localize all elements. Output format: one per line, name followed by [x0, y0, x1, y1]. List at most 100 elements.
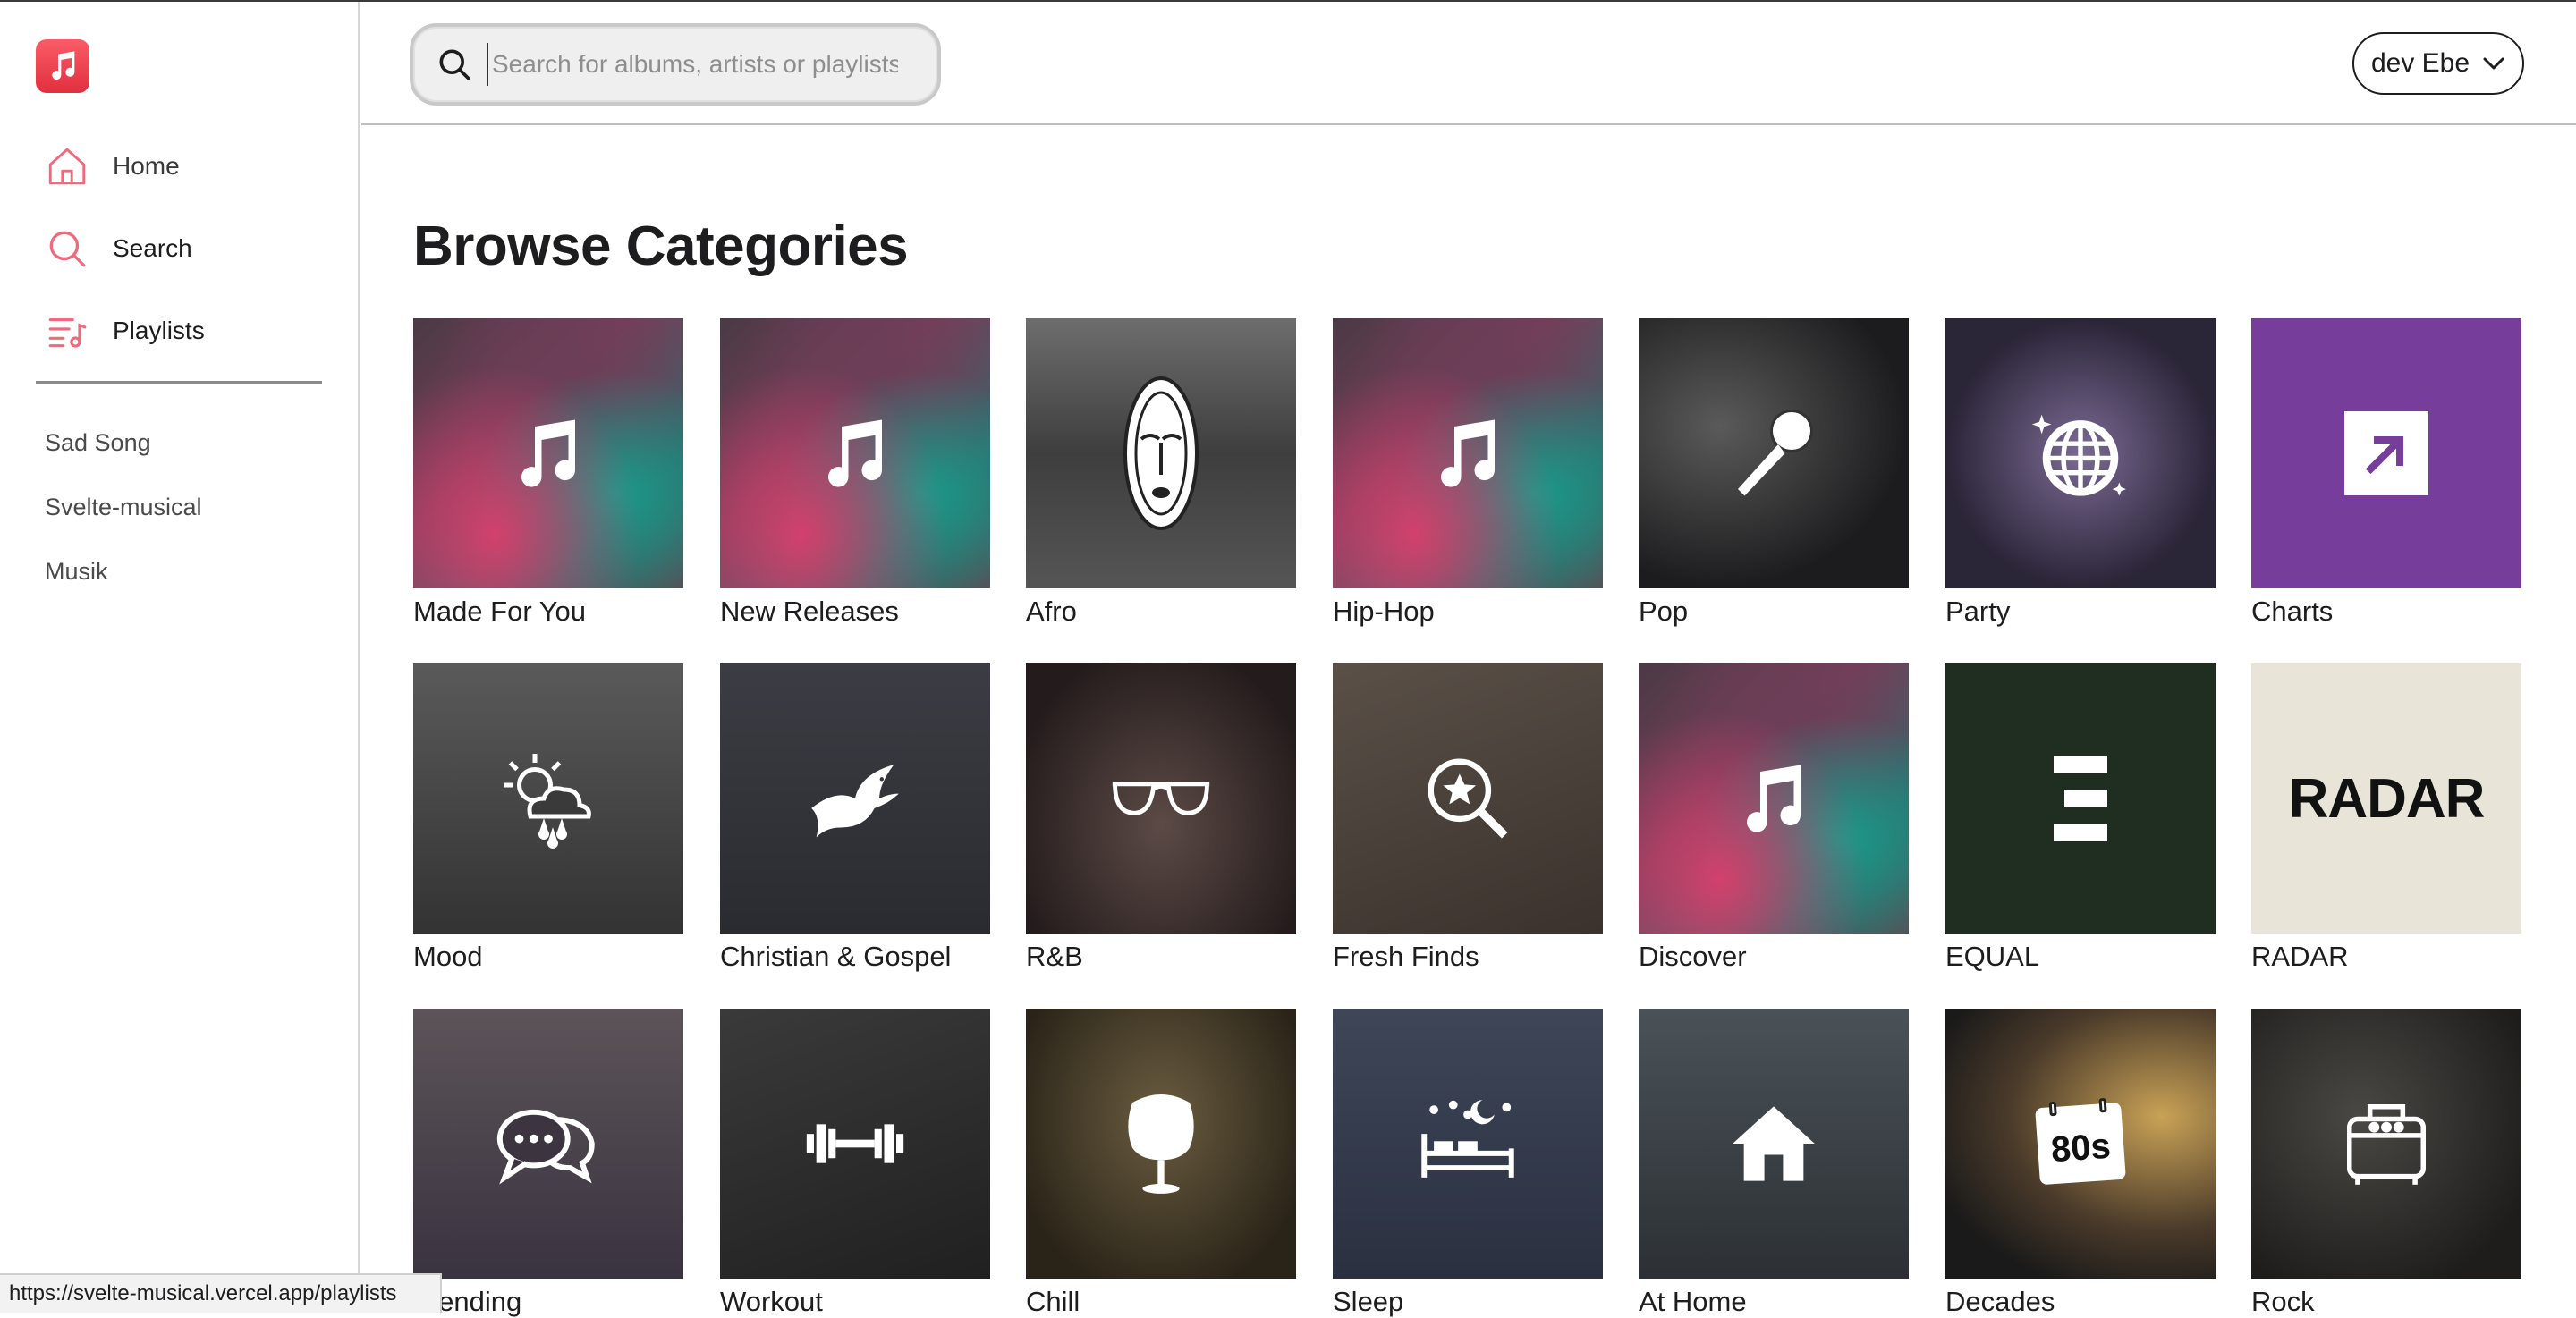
category-art — [1945, 663, 2216, 934]
category-label: Rock — [2251, 1286, 2315, 1317]
category-label: Mood — [413, 941, 483, 972]
nav-search[interactable]: Search — [43, 220, 329, 277]
arrow-up-right-icon — [2344, 411, 2428, 495]
playlist-link[interactable]: Svelte-musical — [45, 494, 202, 521]
calendar-80s-text: 80s — [2049, 1126, 2113, 1170]
category-art — [2251, 1009, 2521, 1279]
category-tile[interactable]: R&B — [1026, 663, 1296, 973]
category-art — [413, 1009, 683, 1279]
category-tile[interactable]: 80s Decades — [1945, 1009, 2216, 1318]
category-art — [1026, 663, 1296, 934]
category-label: Workout — [720, 1286, 823, 1317]
music-note-icon — [52, 51, 75, 80]
category-label: EQUAL — [1945, 941, 2040, 972]
radar-text-icon: RADAR — [2288, 767, 2486, 830]
category-tile[interactable]: Discover — [1639, 663, 1909, 973]
sunglasses-icon — [1112, 782, 1210, 815]
mask-icon — [1123, 376, 1199, 530]
playlist-icon — [43, 307, 91, 355]
category-art: 80s — [1945, 1009, 2216, 1279]
category-label: RADAR — [2251, 941, 2349, 972]
app-logo[interactable] — [36, 39, 89, 93]
category-label: R&B — [1026, 941, 1083, 972]
category-art — [720, 1009, 990, 1279]
category-tile[interactable]: Fresh Finds — [1333, 663, 1603, 973]
nav-playlists[interactable]: Playlists — [43, 302, 329, 359]
playlist-link[interactable]: Musik — [45, 558, 108, 586]
category-label: Decades — [1945, 1286, 2055, 1317]
category-tile[interactable]: Hip-Hop — [1333, 318, 1603, 628]
status-bar-url: https://svelte-musical.vercel.app/playli… — [0, 1273, 442, 1313]
top-header: dev Ebe — [361, 2, 2576, 125]
nav-home[interactable]: Home — [43, 138, 329, 195]
music-note-icon — [1441, 419, 1496, 487]
chevron-down-icon — [2483, 57, 2504, 70]
app-window: Home Search Playlists Sad Song Svelte-mu… — [0, 0, 2576, 1317]
category-art — [1026, 1009, 1296, 1279]
category-label: Party — [1945, 596, 2011, 627]
sidebar: Home Search Playlists Sad Song Svelte-mu… — [0, 2, 360, 1313]
category-tile[interactable]: New Releases — [720, 318, 990, 628]
category-tile[interactable]: Rock — [2251, 1009, 2521, 1318]
category-tile[interactable]: Made For You — [413, 318, 683, 628]
category-art — [1639, 318, 1909, 588]
dove-icon — [811, 765, 899, 838]
category-label: Trending — [413, 1286, 522, 1317]
music-note-icon — [521, 419, 576, 487]
sidebar-divider — [36, 381, 322, 384]
music-note-icon — [828, 419, 883, 487]
category-tile[interactable]: Mood — [413, 663, 683, 973]
nav-playlists-label: Playlists — [113, 317, 205, 344]
disco-ball-icon — [2031, 414, 2126, 496]
category-label: Afro — [1026, 596, 1077, 627]
category-tile[interactable]: Trending — [413, 1009, 683, 1318]
category-tile[interactable]: Christian & Gospel — [720, 663, 990, 973]
search-bar[interactable] — [410, 23, 941, 106]
user-menu-button[interactable]: dev Ebe — [2352, 32, 2524, 95]
category-art — [1639, 663, 1909, 934]
dumbbell-icon — [806, 1124, 904, 1163]
category-art — [1333, 318, 1603, 588]
category-art — [720, 663, 990, 934]
chat-bubbles-icon — [496, 1109, 595, 1185]
category-art — [720, 318, 990, 588]
category-art — [1333, 663, 1603, 934]
category-art: RADAR — [2251, 663, 2521, 934]
category-tile[interactable]: Chill — [1026, 1009, 1296, 1318]
category-tile[interactable]: EQUAL — [1945, 663, 2216, 973]
category-tile[interactable]: RADAR RADAR — [2251, 663, 2521, 973]
category-tile[interactable]: Pop — [1639, 318, 1909, 628]
category-label: Sleep — [1333, 1286, 1404, 1317]
egg-chair-icon — [1128, 1094, 1194, 1194]
microphone-icon — [1738, 410, 1813, 496]
page-title: Browse Categories — [413, 215, 909, 277]
category-tile[interactable]: Workout — [720, 1009, 990, 1318]
category-label: Pop — [1639, 596, 1689, 627]
category-art — [413, 318, 683, 588]
category-tile[interactable]: Afro — [1026, 318, 1296, 628]
equal-icon — [2054, 756, 2107, 841]
playlist-link[interactable]: Sad Song — [45, 429, 151, 457]
category-tile[interactable]: Party — [1945, 318, 2216, 628]
nav-search-label: Search — [113, 234, 192, 262]
category-art — [1639, 1009, 1909, 1279]
category-art — [413, 663, 683, 934]
nav-home-label: Home — [113, 152, 180, 180]
search-icon — [43, 224, 91, 273]
category-label: New Releases — [720, 596, 899, 627]
search-input[interactable] — [487, 43, 898, 86]
house-icon — [1733, 1106, 1815, 1181]
category-art — [1333, 1009, 1603, 1279]
category-art — [2251, 318, 2521, 588]
star-search-icon — [1428, 758, 1508, 839]
home-icon — [43, 142, 91, 190]
category-tile[interactable]: At Home — [1639, 1009, 1909, 1318]
category-tile[interactable]: Sleep — [1333, 1009, 1603, 1318]
user-name: dev Ebe — [2370, 48, 2470, 78]
category-label: Made For You — [413, 596, 587, 627]
category-tile[interactable]: Charts — [2251, 318, 2521, 628]
category-label: Charts — [2251, 596, 2334, 627]
category-label: At Home — [1639, 1286, 1747, 1317]
category-label: Christian & Gospel — [720, 941, 952, 972]
category-art — [1945, 318, 2216, 588]
